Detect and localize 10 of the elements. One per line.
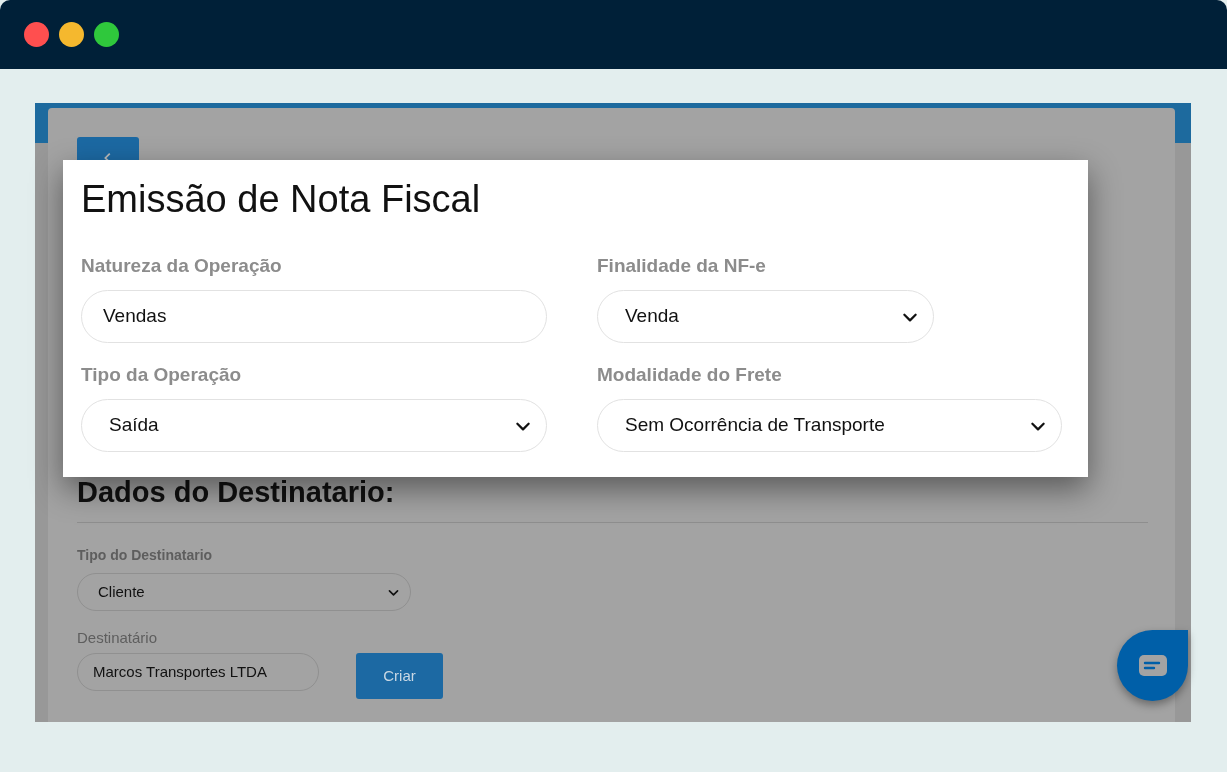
field-label: Natureza da Operação (81, 254, 283, 278)
field-label: Tipo da Operação (81, 363, 243, 387)
field-label: Modalidade do Frete (597, 363, 783, 387)
field-label: Destinatário (77, 629, 159, 647)
dialog-title: Emissão de Nota Fiscal (81, 177, 482, 222)
field-label: Tipo do Destinatario (77, 547, 214, 563)
section-heading: Dados do Destinatario: (77, 477, 396, 507)
field-label: Finalidade da NF-e (597, 254, 767, 278)
chat-icon (1138, 654, 1167, 677)
create-button[interactable]: Criar (356, 653, 443, 699)
